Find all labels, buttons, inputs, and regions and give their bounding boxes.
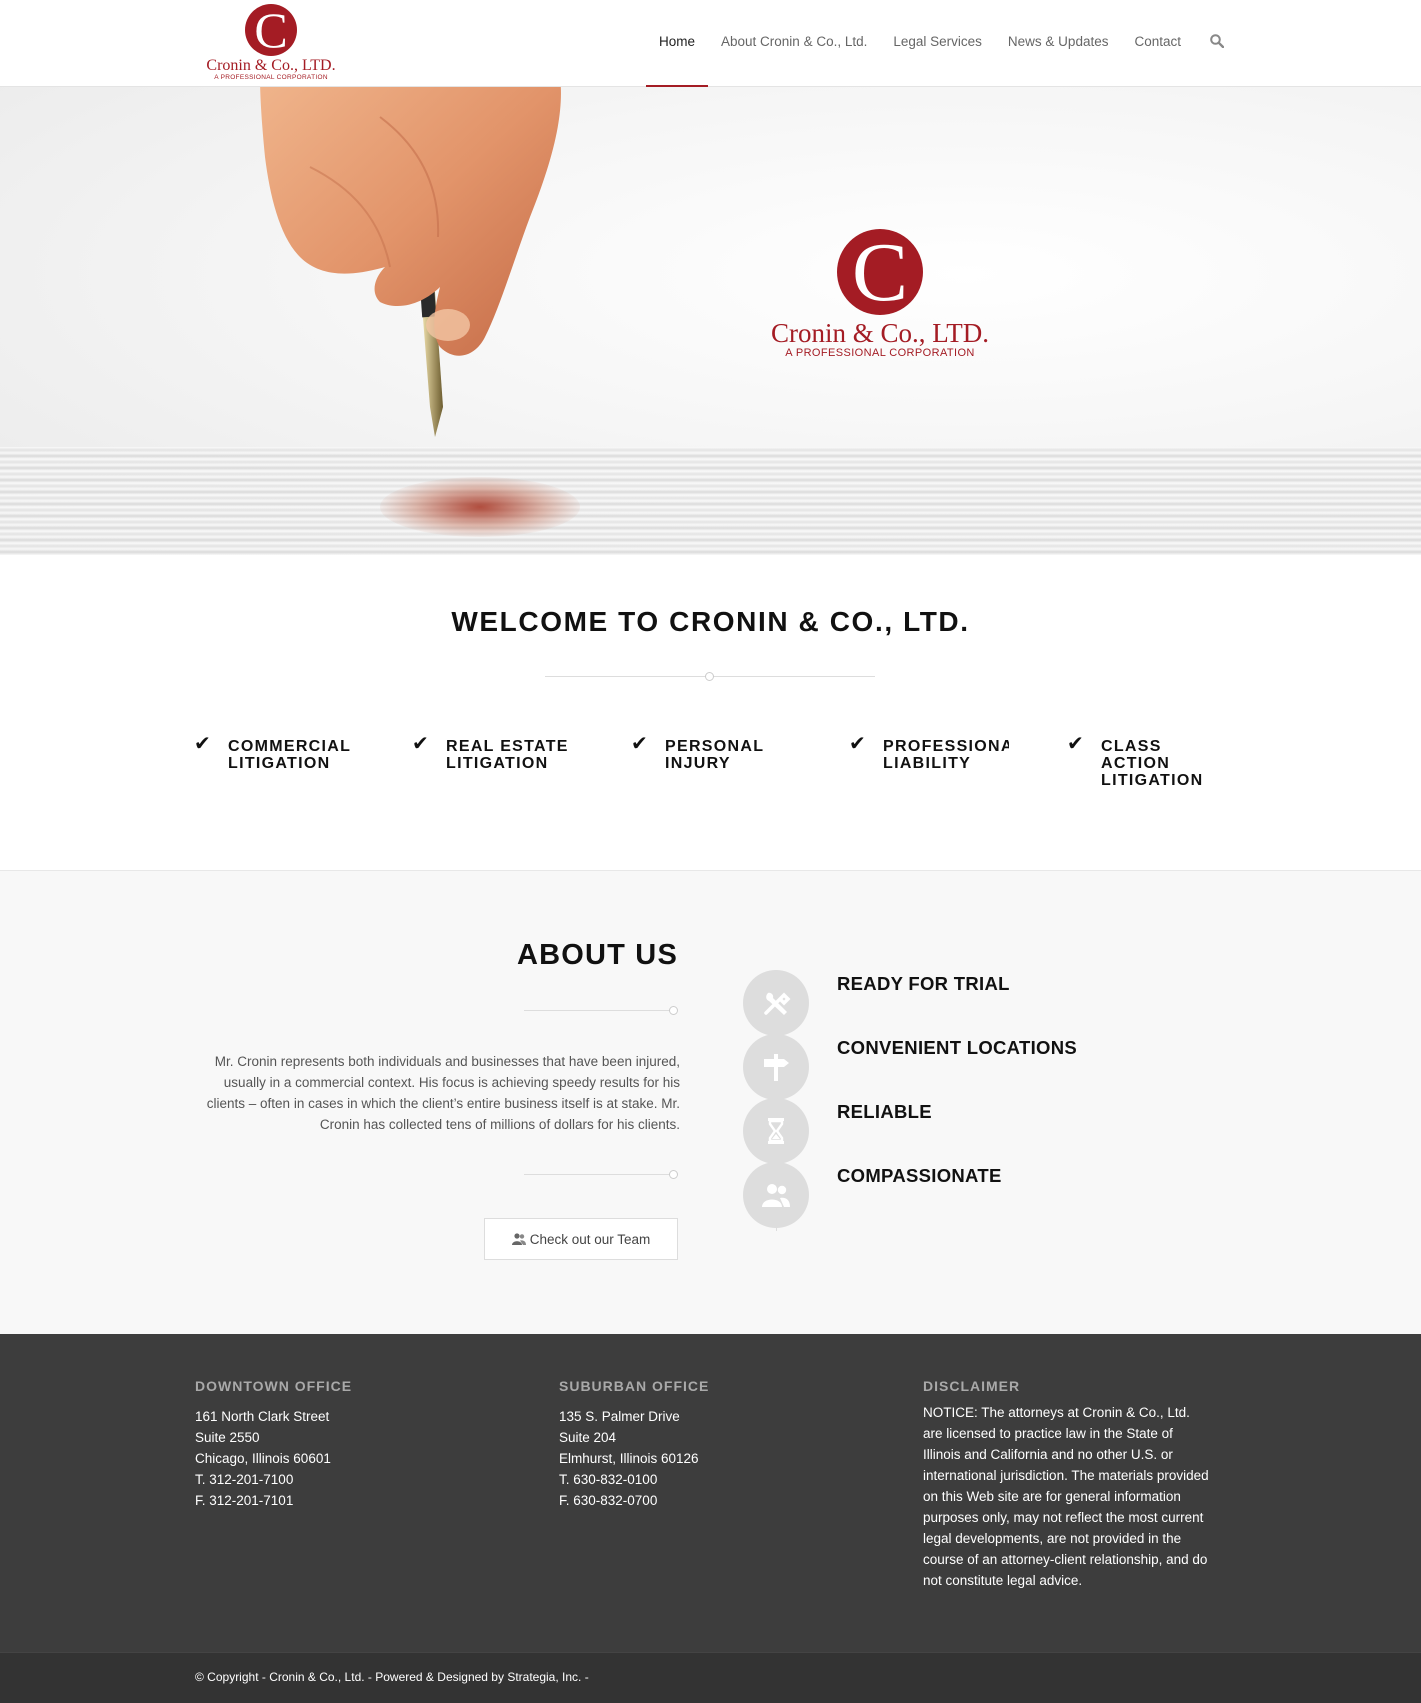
hero-logo-mark: C [837,226,923,319]
disclaimer: DISCLAIMER NOTICE: The attorneys at Cron… [923,1378,1213,1591]
service-item: ✔ CLASS ACTION LITIGATION [1067,733,1204,789]
nav-home[interactable]: Home [646,0,709,87]
footer-heading: DOWNTOWN OFFICE [195,1378,353,1394]
nav-about[interactable]: About Cronin & Co., Ltd. [708,0,880,86]
fax-line: F. 630-832-0700 [559,1493,658,1508]
checkmark-icon: ✔ [631,733,650,755]
checkmark-icon: ✔ [194,733,213,755]
users-icon [743,1162,809,1228]
footer-heading: SUBURBAN OFFICE [559,1378,710,1394]
hero-logo: C Cronin & Co., LTD. A PROFESSIONAL CORP… [760,226,1000,359]
service-item: ✔ PERSONAL INJURY [631,733,765,772]
site-header: C Cronin & Co., LTD. A PROFESSIONAL CORP… [0,0,1421,87]
about-title: ABOUT US [516,939,678,971]
fax-line: F. 312-201-7101 [195,1493,294,1508]
service-item: ✔ PROFESSIONAL LIABILITY [849,733,1009,772]
check-out-team-button[interactable]: Check out our Team [484,1218,678,1260]
phone-line: T. 630-832-0100 [559,1472,658,1487]
footer-socket: © Copyright - Cronin & Co., Ltd. - Power… [0,1652,1421,1703]
site-logo[interactable]: C Cronin & Co., LTD. A PROFESSIONAL CORP… [196,2,346,81]
address-line: Suite 2550 [195,1430,260,1445]
about-divider-top [524,1006,678,1015]
phone-line: T. 312-201-7100 [195,1472,294,1487]
logo-name: Cronin & Co., LTD. [206,57,336,74]
tools-icon [743,970,809,1036]
hand-reflection [380,477,580,537]
about-text: Mr. Cronin represents both individuals a… [206,1054,680,1132]
feature-label: READY FOR TRIAL [837,973,1010,994]
address-line: Elmhurst, Illinois 60126 [559,1451,699,1466]
welcome-title: WELCOME TO CRONIN & CO., LTD. [451,606,970,637]
about-section: ABOUT US Mr. Cronin represents both indi… [0,871,1421,1334]
team-button-label: Check out our Team [529,1232,651,1247]
suburban-office: SUBURBAN OFFICE 135 S. Palmer Drive Suit… [559,1378,709,1511]
search-icon[interactable] [1210,34,1224,48]
address-line: 161 North Clark Street [195,1409,330,1424]
feature-label: COMPASSIONATE [837,1165,1002,1186]
logo-subtitle: A PROFESSIONAL CORPORATION [214,74,328,81]
hero-banner: C Cronin & Co., LTD. A PROFESSIONAL CORP… [0,87,1421,555]
checkmark-icon: ✔ [849,733,868,755]
feature-label: RELIABLE [837,1101,932,1122]
downtown-office: DOWNTOWN OFFICE 161 North Clark Street S… [195,1378,352,1511]
checkmark-icon: ✔ [412,733,431,755]
copyright-text: © Copyright - Cronin & Co., Ltd. - Power… [195,1670,589,1684]
hero-logo-name: Cronin & Co., LTD. [770,318,990,348]
footer-heading: DISCLAIMER [923,1378,1021,1394]
nav-legal-services[interactable]: Legal Services [880,0,995,86]
hourglass-icon [743,1098,809,1164]
nav-news-updates[interactable]: News & Updates [995,0,1122,86]
address-line: Suite 204 [559,1430,617,1445]
site-footer: DOWNTOWN OFFICE 161 North Clark Street S… [0,1334,1421,1652]
logo-mark: C [245,2,297,58]
about-divider-bottom [524,1170,678,1179]
nav-contact[interactable]: Contact [1121,0,1194,86]
main-nav: Home About Cronin & Co., Ltd. Legal Serv… [646,0,1194,87]
service-item: ✔ REAL ESTATE LITIGATION [412,733,569,772]
hand-with-pen-image [260,87,561,437]
water-reflection [0,447,1421,555]
address-line: 135 S. Palmer Drive [559,1409,680,1424]
feature-label: CONVENIENT LOCATIONS [837,1037,1077,1058]
checkmark-icon: ✔ [1067,733,1086,755]
welcome-section: WELCOME TO CRONIN & CO., LTD. ✔ COMMERCI… [0,556,1421,872]
hero-logo-subtitle: A PROFESSIONAL CORPORATION [785,347,975,359]
users-icon [511,1233,526,1245]
signpost-icon [743,1034,809,1100]
address-line: Chicago, Illinois 60601 [195,1451,331,1466]
disclaimer-text: NOTICE: The attorneys at Cronin & Co., L… [923,1405,1209,1588]
service-item: ✔ COMMERCIAL LITIGATION [194,733,352,772]
welcome-divider [545,672,875,681]
